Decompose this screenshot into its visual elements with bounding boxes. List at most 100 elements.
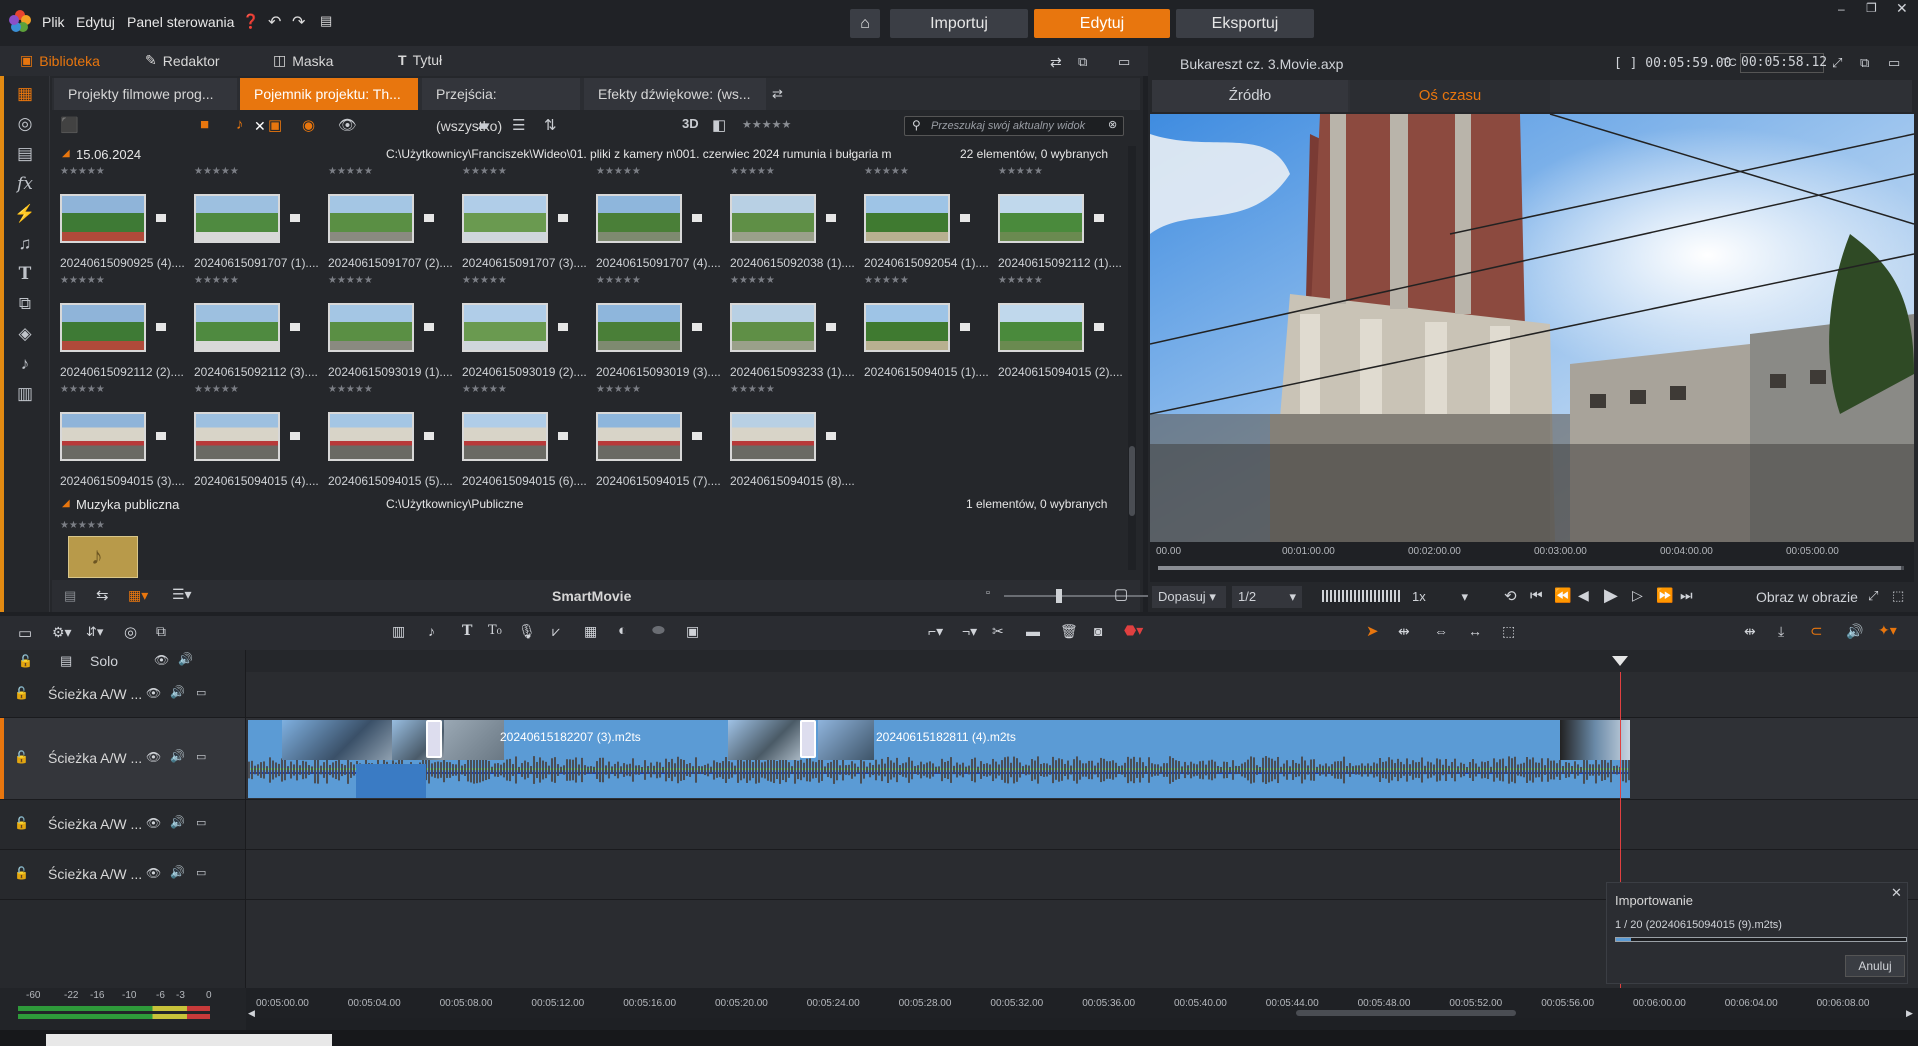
audio-scrub-icon[interactable]: 🔊: [1846, 623, 1863, 640]
rating-stars[interactable]: ★★★★★: [596, 166, 641, 177]
collapse-gaps-icon[interactable]: ⇹: [1744, 623, 1756, 640]
storyboard-track-icon[interactable]: ▤: [60, 653, 72, 669]
clip-thumbnail[interactable]: [864, 303, 950, 352]
eye-icon[interactable]: 👁: [338, 116, 357, 134]
rating-stars[interactable]: ★★★★★: [596, 275, 641, 286]
prev-frame-icon[interactable]: ⏪: [1554, 587, 1571, 604]
video-preview[interactable]: [1150, 114, 1914, 542]
rating-stars[interactable]: ★★★★★: [328, 275, 373, 286]
bin-tab-transitions[interactable]: Przejścia: (wszystko): [422, 78, 580, 134]
clip-thumbnail[interactable]: [864, 194, 950, 243]
step-back-icon[interactable]: ◀: [1578, 587, 1589, 604]
text-tool-icon[interactable]: T₀: [488, 623, 502, 638]
menu-edit[interactable]: Edytuj: [76, 14, 115, 30]
crop-icon[interactable]: ⬚: [1892, 588, 1904, 604]
pip-label[interactable]: Obraz w obrazie: [1756, 589, 1858, 605]
rating-stars[interactable]: ★★★★★: [462, 166, 507, 177]
clip-thumbnail[interactable]: [328, 303, 414, 352]
timeline-ruler[interactable]: 00:05:00.00 00:05:04.00 00:05:08.00 00:05:1…: [246, 988, 1918, 1018]
menu-control-panel[interactable]: Panel sterowania: [127, 14, 234, 30]
settings-icon[interactable]: ⚙▾: [52, 624, 72, 641]
snapshot-icon[interactable]: ⧉: [156, 623, 166, 640]
expand-icon[interactable]: ⤢: [1868, 588, 1878, 604]
clip-thumbnail[interactable]: [596, 412, 682, 461]
document-icon[interactable]: ▤: [320, 13, 332, 29]
collections-icon[interactable]: ⬛: [60, 116, 79, 134]
clip-thumbnail[interactable]: [194, 412, 280, 461]
dual-view-icon[interactable]: ▭: [1888, 55, 1900, 71]
home-button[interactable]: ⌂: [850, 9, 880, 38]
marker-right-icon[interactable]: ¬▾: [962, 623, 977, 640]
camera-icon[interactable]: ◙: [1094, 623, 1102, 639]
playhead-handle[interactable]: [1612, 656, 1628, 666]
morph-icon[interactable]: ⩗: [552, 623, 560, 640]
eye-icon[interactable]: 👁: [146, 750, 161, 764]
clip-thumbnail[interactable]: [730, 303, 816, 352]
minimize-button[interactable]: –: [1838, 2, 1845, 16]
eye-icon[interactable]: 👁: [154, 653, 169, 667]
bin-tab-sound-effects[interactable]: Efekty dźwiękowe: (ws...: [584, 78, 766, 110]
audio-filter-icon[interactable]: ♪: [236, 116, 244, 133]
help-icon[interactable]: ❓: [242, 13, 259, 30]
eye-icon[interactable]: 👁: [146, 816, 161, 830]
media-icon[interactable]: ▦: [14, 84, 36, 106]
resolution-dropdown[interactable]: 1/2 ▾: [1232, 586, 1302, 608]
track-name[interactable]: Ścieżka A/W ...: [48, 866, 142, 882]
thumbnail-size-slider[interactable]: [1004, 589, 1156, 603]
rating-stars[interactable]: ★★★★★: [864, 166, 909, 177]
group-header-date[interactable]: ◢ 15.06.2024 C:\Użytkownicy\Franciszek\W…: [52, 146, 1117, 166]
clip-thumbnail[interactable]: [730, 194, 816, 243]
clip-thumbnail[interactable]: [462, 303, 548, 352]
rating-stars[interactable]: ★★★★★: [730, 166, 775, 177]
view-list-icon[interactable]: ☰: [512, 116, 525, 134]
clip-thumbnail[interactable]: [194, 303, 280, 352]
rating-stars[interactable]: ★★★★★: [60, 166, 105, 177]
smartmovie-label[interactable]: SmartMovie: [552, 588, 631, 604]
rating-stars[interactable]: ★★★★★: [998, 166, 1043, 177]
rating-stars[interactable]: ★★★★★: [328, 384, 373, 395]
rating-stars[interactable]: ★★★★★: [998, 275, 1043, 286]
rating-stars[interactable]: ★★★★★: [462, 275, 507, 286]
timeline-scrollbar[interactable]: [1296, 1010, 1516, 1016]
grid-view-icon[interactable]: ▦▾: [128, 587, 148, 604]
rating-stars[interactable]: ★★★★★: [194, 275, 239, 286]
effects-icon[interactable]: fx: [14, 174, 36, 196]
fullscreen-icon[interactable]: ⤢: [1832, 55, 1842, 71]
speaker-icon[interactable]: 🔊: [170, 815, 185, 829]
color-icon[interactable]: ◐: [618, 622, 627, 639]
rating-stars[interactable]: ★★★★★: [596, 384, 641, 395]
step-forward-icon[interactable]: ▷: [1632, 587, 1643, 604]
tab-timeline[interactable]: Oś czasu: [1350, 80, 1550, 112]
rating-filter[interactable]: ★★★★★: [742, 118, 791, 131]
maximize-button[interactable]: ❐: [1866, 1, 1877, 15]
rating-stars[interactable]: ★★★★★: [462, 384, 507, 395]
photo-filter-icon[interactable]: ▣: [268, 116, 282, 134]
ripple-icon[interactable]: ⇹: [1398, 623, 1410, 640]
track-monitor-icon[interactable]: ▭: [196, 866, 206, 879]
tab-source[interactable]: Źródło: [1152, 80, 1348, 112]
filmstrip-icon[interactable]: ▥: [14, 384, 36, 406]
tab-editor[interactable]: ✎ Redaktor: [145, 52, 220, 69]
clip-thumbnail[interactable]: [60, 194, 146, 243]
speaker-icon[interactable]: 🔊: [170, 865, 185, 879]
link-icon[interactable]: ⇄: [1050, 54, 1062, 71]
go-start-icon[interactable]: ⏮: [1530, 587, 1543, 604]
export-mode-button[interactable]: Eksportuj: [1176, 9, 1314, 38]
projects-icon[interactable]: ▤: [14, 144, 36, 166]
multicam-icon[interactable]: ▦: [584, 623, 597, 640]
insert-icon[interactable]: ▬: [1026, 623, 1040, 639]
scroll-left-icon[interactable]: ◀: [248, 1008, 255, 1019]
transition-marker[interactable]: [800, 720, 816, 758]
disc-icon[interactable]: ◎: [14, 114, 36, 136]
clip-thumbnail[interactable]: [194, 194, 280, 243]
large-thumb-icon[interactable]: ▢: [1114, 585, 1128, 603]
scrollbar-thumb[interactable]: [1129, 446, 1135, 516]
eye-icon[interactable]: 👁: [146, 686, 161, 700]
storyboard-icon[interactable]: ▤: [64, 588, 76, 604]
track-height-icon[interactable]: ⇵▾: [86, 624, 103, 640]
3d-filter[interactable]: 3D: [682, 116, 699, 131]
edit-mode-button[interactable]: Edytuj: [1034, 9, 1170, 38]
rating-stars[interactable]: ★★★★★: [328, 166, 373, 177]
marker-icon[interactable]: ⬣▾: [1124, 622, 1143, 639]
track-name[interactable]: Ścieżka A/W ...: [48, 686, 142, 702]
